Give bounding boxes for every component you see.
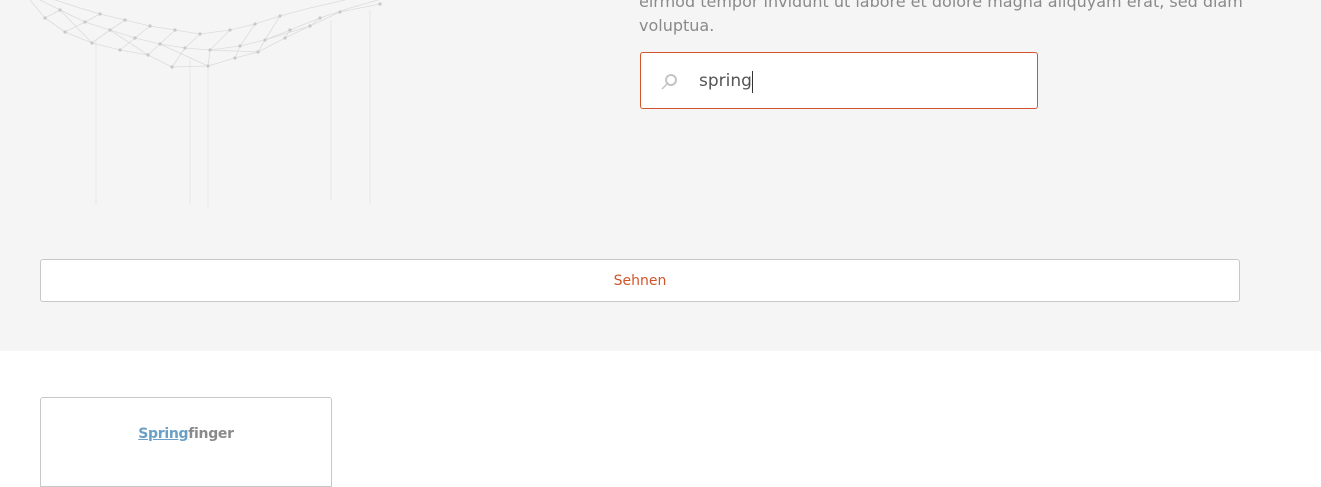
search-submit-button[interactable]: Sehnen <box>40 259 1240 302</box>
search-box[interactable] <box>640 52 1038 109</box>
search-icon <box>661 74 677 90</box>
result-title-match: Spring <box>138 426 189 442</box>
hero-section: eirmod tempor invidunt ut labore et dolo… <box>0 0 1321 351</box>
text-caret <box>752 71 753 93</box>
result-title-rest: finger <box>188 426 234 442</box>
result-title[interactable]: Springfinger <box>41 426 331 442</box>
result-card[interactable]: Springfinger <box>40 397 332 487</box>
intro-line-2: voluptua. <box>639 16 715 35</box>
intro-paragraph: eirmod tempor invidunt ut labore et dolo… <box>639 0 1243 38</box>
intro-line-1: eirmod tempor invidunt ut labore et dolo… <box>639 0 1243 11</box>
network-graphic <box>29 0 382 208</box>
search-input[interactable] <box>699 63 1019 99</box>
